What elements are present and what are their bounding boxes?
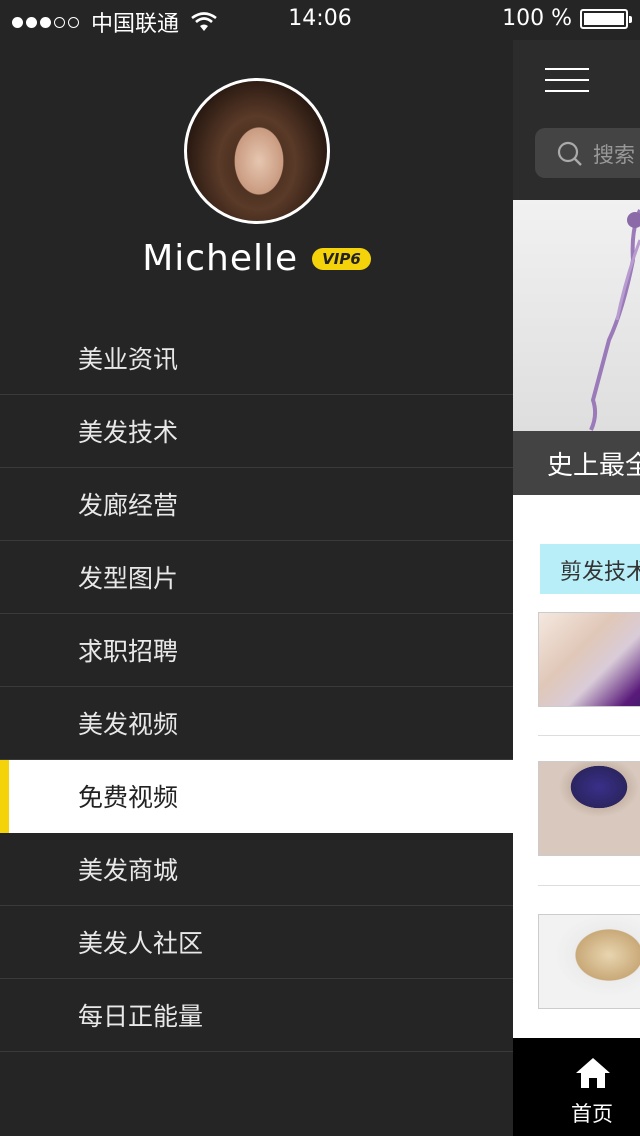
menu-item-jobs[interactable]: 求职招聘 [0, 614, 513, 687]
vip-badge: VIP6 [312, 247, 371, 270]
status-bar: 中国联通 14:06 100 % [0, 0, 640, 40]
banner-caption-text: 史上最全 [547, 451, 640, 481]
menu-item-salon-management[interactable]: 发廊经营 [0, 468, 513, 541]
menu-item-hair-videos[interactable]: 美发视频 [0, 687, 513, 760]
menu-item-daily-positive[interactable]: 每日正能量 [0, 979, 513, 1052]
banner-image[interactable]: 史上最全 [513, 200, 640, 495]
home-icon[interactable] [574, 1056, 612, 1090]
menu-item-label: 每日正能量 [78, 1002, 204, 1031]
divider [538, 735, 640, 736]
side-drawer: Michelle VIP6 美业资讯 美发技术 发廊经营 发型图片 求职招聘 美… [0, 40, 513, 1136]
menu-item-label: 美发商城 [78, 856, 179, 885]
menu-item-label: 美发技术 [78, 418, 179, 447]
menu-item-industry-news[interactable]: 美业资讯 [0, 322, 513, 395]
banner-caption: 史上最全 [513, 431, 640, 495]
active-indicator [0, 760, 9, 833]
avatar[interactable] [184, 78, 330, 224]
menu-item-label: 发廊经营 [78, 491, 179, 520]
divider [538, 885, 640, 886]
main-content: 搜索 史上最全 剪发技术 首页 [513, 40, 640, 1136]
tab-bar: 首页 [513, 1038, 640, 1136]
article-thumbnail[interactable] [538, 761, 640, 856]
battery-icon [580, 8, 632, 29]
banner-artwork [589, 209, 640, 431]
username: Michelle [142, 238, 299, 279]
menu-item-label: 美业资讯 [78, 345, 179, 374]
menu-item-label: 美发人社区 [78, 929, 204, 958]
hamburger-menu-icon[interactable] [545, 68, 589, 92]
search-input[interactable]: 搜索 [535, 128, 640, 178]
menu-item-hair-technique[interactable]: 美发技术 [0, 395, 513, 468]
menu-item-label: 免费视频 [78, 783, 179, 812]
article-thumbnail[interactable] [538, 612, 640, 707]
top-bar: 搜索 [513, 40, 640, 200]
status-right: 100 % [502, 6, 632, 31]
menu-item-label: 美发视频 [78, 710, 179, 739]
menu-item-free-videos[interactable]: 免费视频 [0, 760, 513, 833]
menu-item-label: 发型图片 [78, 564, 179, 593]
menu-item-hairstyle-pictures[interactable]: 发型图片 [0, 541, 513, 614]
battery-percent: 100 % [502, 6, 572, 31]
user-info: Michelle VIP6 [0, 238, 513, 279]
search-icon [557, 141, 582, 166]
menu-item-label: 求职招聘 [78, 637, 179, 666]
tab-home-label[interactable]: 首页 [571, 1098, 613, 1128]
search-placeholder: 搜索 [593, 143, 635, 167]
category-tag-label: 剪发技术 [560, 560, 640, 585]
menu-item-hair-mall[interactable]: 美发商城 [0, 833, 513, 906]
article-thumbnail[interactable] [538, 914, 640, 1009]
menu-item-community[interactable]: 美发人社区 [0, 906, 513, 979]
drawer-menu: 美业资讯 美发技术 发廊经营 发型图片 求职招聘 美发视频 免费视频 美发商城 … [0, 322, 513, 1052]
category-tag[interactable]: 剪发技术 [540, 544, 640, 594]
